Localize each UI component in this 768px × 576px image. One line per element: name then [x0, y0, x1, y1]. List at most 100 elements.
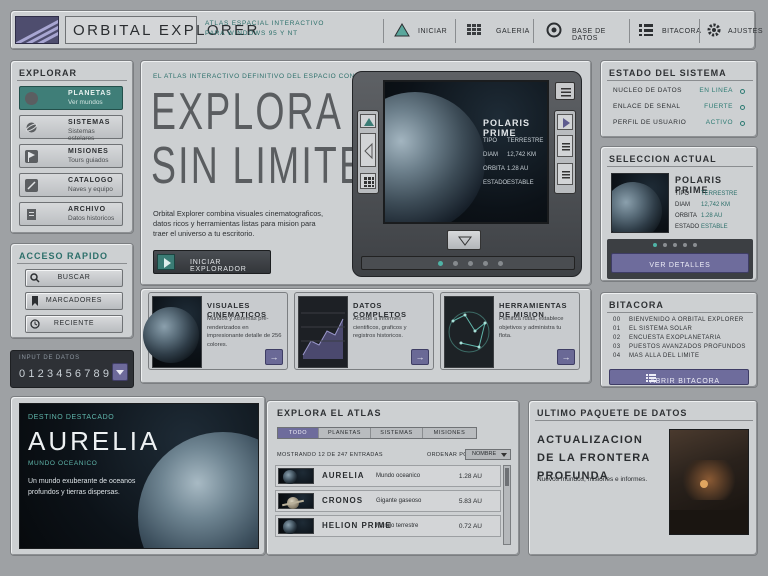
- log-panel: BITACORA 00 BIENVENIDO A ORBITAL EXPLORER…: [600, 292, 758, 388]
- page-dot[interactable]: [453, 261, 458, 266]
- triangle-up-icon: [364, 118, 374, 126]
- feature-card-visuales[interactable]: VISUALES CINEMATICOS Mundos y sistemas p…: [143, 292, 288, 370]
- featured-name: AURELIA: [28, 426, 161, 456]
- viewer-planet: [385, 92, 485, 222]
- atlas-tabs: TODO PLANETAS SISTEMAS MISIONES: [277, 427, 477, 439]
- page-dot-active[interactable]: [438, 261, 443, 266]
- system-status-title: ESTADO DEL SISTEMA: [609, 68, 727, 78]
- atlas-list: AURELIA Mundo oceanico 1.28 AU CRONOS Gi…: [267, 463, 521, 551]
- nav-bitacora[interactable]: BITACORA: [629, 19, 701, 43]
- flag-icon: [25, 150, 38, 163]
- menu-icon: [561, 88, 571, 97]
- bookmark-icon: [32, 296, 38, 306]
- status-indicator-icon: [740, 105, 745, 110]
- explorar-title: EXPLORAR: [19, 68, 78, 78]
- page-dot[interactable]: [483, 261, 488, 266]
- featured-label: DESTINO DESTACADO: [28, 414, 115, 421]
- view-details-button[interactable]: VER DETALLES: [611, 253, 749, 273]
- viewer-up-button[interactable]: [360, 114, 376, 128]
- quick-marcadores[interactable]: MARCADORES: [25, 292, 123, 310]
- tab-misiones[interactable]: MISIONES: [422, 428, 476, 438]
- log-entry[interactable]: 04 MAS ALLA DEL LIMITE: [613, 353, 699, 359]
- viewer-next-button[interactable]: [557, 114, 573, 130]
- chevron-down-icon: [501, 453, 507, 457]
- selection-pagination: VER DETALLES: [607, 239, 753, 279]
- disc-icon: [546, 22, 562, 38]
- book-icon: [25, 179, 38, 192]
- nav-planetas[interactable]: PLANETAS Ver mundos: [19, 86, 123, 110]
- atlas-panel: EXPLORA EL ATLAS TODO PLANETAS SISTEMAS …: [266, 400, 520, 556]
- graph-icon: [301, 312, 345, 359]
- feature-thumb-planet: [143, 296, 202, 368]
- lines-icon: [562, 171, 570, 179]
- page-dot[interactable]: [693, 243, 697, 247]
- data-input-dropdown[interactable]: [112, 363, 128, 381]
- page-dot[interactable]: [673, 243, 677, 247]
- log-entry[interactable]: 03 PUESTOS AVANZADOS PROFUNDOS: [613, 344, 746, 350]
- atlas-scrollbar[interactable]: [503, 465, 511, 545]
- logo: [15, 16, 59, 44]
- start-explorer-button[interactable]: INICIAR EXPLORADOR: [153, 250, 271, 274]
- page-dot[interactable]: [683, 243, 687, 247]
- tab-sistemas[interactable]: SISTEMAS: [370, 428, 422, 438]
- quick-buscar[interactable]: BUSCAR: [25, 269, 123, 287]
- viewer-left-controls: [357, 110, 379, 194]
- selection-stats: TIPO TERRESTRE DIAM 12,742 KM ORBITA 1.28 A…: [675, 191, 738, 230]
- tab-planetas[interactable]: PLANETAS: [318, 428, 370, 438]
- page-dot[interactable]: [468, 261, 473, 266]
- nav-galeria[interactable]: GALERIA: [455, 19, 533, 43]
- planet-thumb: [278, 493, 314, 509]
- feature-card-datos[interactable]: DATOS COMPLETOS Accede a informes cienti…: [294, 292, 434, 370]
- viewer-menu-button[interactable]: [555, 82, 575, 100]
- gear-icon: [707, 23, 721, 37]
- atlas-row[interactable]: AURELIA Mundo oceanico 1.28 AU: [275, 465, 501, 487]
- hero-panel: EL ATLAS INTERACTIVO DEFINITIVO DEL ESPA…: [140, 60, 592, 286]
- planet-viewer: POLARIS PRIME TIPO TERRESTRE DIAM 12,742 K…: [352, 71, 582, 277]
- viewer-stats: TIPO TERRESTRE DIAM 12,742 KM ORBITA 1.28 A…: [483, 138, 544, 186]
- quick-reciente[interactable]: RECIENTE: [25, 315, 123, 333]
- atlas-row[interactable]: HELION PRIME Mundo terrestre 0.72 AU: [275, 515, 501, 537]
- selection-planet-image: [611, 173, 669, 233]
- nav-base-de-datos[interactable]: BASE DE DATOS: [533, 19, 629, 43]
- data-input-digits[interactable]: 0123456789: [19, 368, 112, 380]
- log-entry[interactable]: 01 EL SISTEMA SOLAR: [613, 326, 692, 332]
- datapack-image[interactable]: [669, 429, 749, 535]
- planet-thumb: [278, 468, 314, 484]
- atlas-row[interactable]: CRONOS Gigante gaseoso 5.83 AU: [275, 490, 501, 512]
- page-dot[interactable]: [663, 243, 667, 247]
- datapack-title: ULTIMO PAQUETE DE DATOS: [537, 408, 688, 418]
- log-title: BITACORA: [609, 300, 664, 310]
- atlas-sort-select[interactable]: NOMBRE: [465, 449, 511, 460]
- nav-misiones[interactable]: MISIONES Tours guiados: [19, 144, 123, 168]
- header-bar: ORBITAL EXPLORER ATLAS ESPACIAL INTERACT…: [10, 10, 763, 50]
- system-status-panel: ESTADO DEL SISTEMA NUCLEO DE DATOS EN LIN…: [600, 60, 758, 138]
- list-icon: [646, 374, 656, 382]
- page-dot-active[interactable]: [653, 243, 657, 247]
- nav-sistemas[interactable]: SISTEMAS Sistemas estelares: [19, 115, 123, 142]
- arrow-right-icon[interactable]: →: [557, 349, 575, 365]
- viewer-prev-button[interactable]: [360, 133, 376, 167]
- tab-todo[interactable]: TODO: [278, 428, 318, 438]
- triangle-icon: [394, 23, 410, 37]
- page-dot[interactable]: [498, 261, 503, 266]
- featured-image[interactable]: DESTINO DESTACADO AURELIA MUNDO OCEANICO…: [19, 403, 259, 549]
- arrow-right-icon[interactable]: →: [411, 349, 429, 365]
- log-entry[interactable]: 00 BIENVENIDO A ORBITAL EXPLORER: [613, 317, 744, 323]
- open-log-button[interactable]: ABRIR BITACORA: [609, 369, 749, 385]
- viewer-down-button[interactable]: [447, 230, 481, 250]
- viewer-grid-button[interactable]: [360, 173, 376, 189]
- nav-catalogo[interactable]: CATALOGO Naves y equipo: [19, 173, 123, 197]
- nav-ajustes[interactable]: AJUSTES: [699, 19, 763, 43]
- feature-card-herramientas[interactable]: HERRAMIENTAS DE MISION Planifica rutas, …: [440, 292, 580, 370]
- viewer-list-button-1[interactable]: [557, 135, 573, 157]
- nav-iniciar[interactable]: INICIAR: [383, 19, 455, 43]
- nav-archivo[interactable]: ARCHIVO Datos historicos: [19, 202, 123, 226]
- log-entry[interactable]: 02 ENCUESTA EXOPLANETARIA: [613, 335, 721, 341]
- featured-description: Un mundo exuberante de oceanos profundos…: [28, 478, 136, 496]
- data-input-label: INPUT DE DATOS: [19, 355, 80, 361]
- viewer-list-button-2[interactable]: [557, 163, 573, 185]
- grid-icon: [364, 177, 374, 187]
- status-indicator-icon: [740, 89, 745, 94]
- scrollbar-thumb[interactable]: [505, 468, 509, 486]
- arrow-right-icon[interactable]: →: [265, 349, 283, 365]
